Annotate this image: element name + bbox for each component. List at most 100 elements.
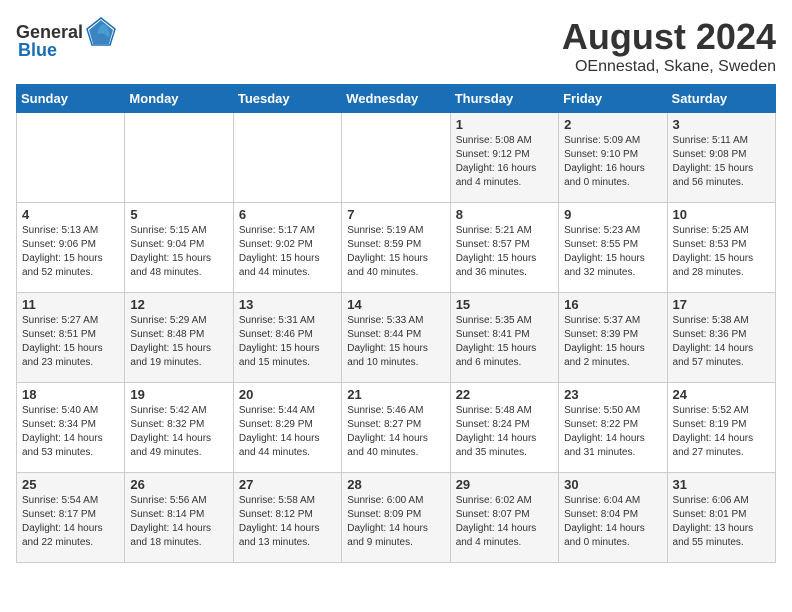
calendar-cell: 24 Sunrise: 5:52 AM Sunset: 8:19 PM Dayli… [667, 383, 775, 473]
day-number: 10 [673, 207, 770, 222]
day-number: 21 [347, 387, 444, 402]
calendar-cell: 30 Sunrise: 6:04 AM Sunset: 8:04 PM Dayli… [559, 473, 667, 563]
calendar-cell: 14 Sunrise: 5:33 AM Sunset: 8:44 PM Dayli… [342, 293, 450, 383]
day-number: 5 [130, 207, 227, 222]
logo-icon [85, 16, 117, 48]
calendar-cell: 17 Sunrise: 5:38 AM Sunset: 8:36 PM Dayli… [667, 293, 775, 383]
day-number: 9 [564, 207, 661, 222]
calendar-cell: 31 Sunrise: 6:06 AM Sunset: 8:01 PM Dayli… [667, 473, 775, 563]
day-number: 14 [347, 297, 444, 312]
day-info: Sunrise: 5:25 AM Sunset: 8:53 PM Dayligh… [673, 224, 770, 280]
day-info: Sunrise: 5:08 AM Sunset: 9:12 PM Dayligh… [456, 134, 553, 190]
day-info: Sunrise: 5:52 AM Sunset: 8:19 PM Dayligh… [673, 404, 770, 460]
day-info: Sunrise: 5:37 AM Sunset: 8:39 PM Dayligh… [564, 314, 661, 370]
day-info: Sunrise: 5:17 AM Sunset: 9:02 PM Dayligh… [239, 224, 336, 280]
weekday-header-friday: Friday [559, 85, 667, 113]
calendar-cell [233, 113, 341, 203]
calendar-cell: 6 Sunrise: 5:17 AM Sunset: 9:02 PM Daylig… [233, 203, 341, 293]
day-number: 3 [673, 117, 770, 132]
day-number: 15 [456, 297, 553, 312]
day-info: Sunrise: 5:56 AM Sunset: 8:14 PM Dayligh… [130, 494, 227, 550]
day-number: 27 [239, 477, 336, 492]
day-number: 19 [130, 387, 227, 402]
calendar-cell: 21 Sunrise: 5:46 AM Sunset: 8:27 PM Dayli… [342, 383, 450, 473]
weekday-header-sunday: Sunday [17, 85, 125, 113]
day-number: 18 [22, 387, 119, 402]
calendar-cell: 22 Sunrise: 5:48 AM Sunset: 8:24 PM Dayli… [450, 383, 558, 473]
calendar-week-4: 18 Sunrise: 5:40 AM Sunset: 8:34 PM Dayli… [17, 383, 776, 473]
day-info: Sunrise: 5:09 AM Sunset: 9:10 PM Dayligh… [564, 134, 661, 190]
day-number: 11 [22, 297, 119, 312]
day-info: Sunrise: 6:06 AM Sunset: 8:01 PM Dayligh… [673, 494, 770, 550]
calendar-week-1: 1 Sunrise: 5:08 AM Sunset: 9:12 PM Daylig… [17, 113, 776, 203]
day-number: 6 [239, 207, 336, 222]
day-number: 2 [564, 117, 661, 132]
weekday-header-tuesday: Tuesday [233, 85, 341, 113]
calendar-cell [125, 113, 233, 203]
day-info: Sunrise: 6:00 AM Sunset: 8:09 PM Dayligh… [347, 494, 444, 550]
title-block: August 2024 OEnnestad, Skane, Sweden [562, 16, 776, 76]
calendar-cell: 28Sunrise: 6:00 AM Sunset: 8:09 PM Dayli… [342, 473, 450, 563]
day-info: Sunrise: 5:29 AM Sunset: 8:48 PM Dayligh… [130, 314, 227, 370]
calendar-cell: 9Sunrise: 5:23 AM Sunset: 8:55 PM Daylig… [559, 203, 667, 293]
day-info: Sunrise: 6:02 AM Sunset: 8:07 PM Dayligh… [456, 494, 553, 550]
location: OEnnestad, Skane, Sweden [562, 58, 776, 76]
calendar-cell: 16 Sunrise: 5:37 AM Sunset: 8:39 PM Dayli… [559, 293, 667, 383]
calendar-cell: 19 Sunrise: 5:42 AM Sunset: 8:32 PM Dayli… [125, 383, 233, 473]
calendar-cell: 23Sunrise: 5:50 AM Sunset: 8:22 PM Dayli… [559, 383, 667, 473]
calendar-week-2: 4Sunrise: 5:13 AM Sunset: 9:06 PM Daylig… [17, 203, 776, 293]
day-info: Sunrise: 5:42 AM Sunset: 8:32 PM Dayligh… [130, 404, 227, 460]
day-number: 17 [673, 297, 770, 312]
day-info: Sunrise: 5:13 AM Sunset: 9:06 PM Dayligh… [22, 224, 119, 280]
day-info: Sunrise: 5:21 AM Sunset: 8:57 PM Dayligh… [456, 224, 553, 280]
page-header: General Blue August 2024 OEnnestad, Skan… [16, 16, 776, 76]
day-number: 30 [564, 477, 661, 492]
day-number: 7 [347, 207, 444, 222]
calendar-cell: 25 Sunrise: 5:54 AM Sunset: 8:17 PM Dayli… [17, 473, 125, 563]
day-info: Sunrise: 5:33 AM Sunset: 8:44 PM Dayligh… [347, 314, 444, 370]
calendar-cell: 2 Sunrise: 5:09 AM Sunset: 9:10 PM Daylig… [559, 113, 667, 203]
day-number: 12 [130, 297, 227, 312]
calendar-week-3: 11Sunrise: 5:27 AM Sunset: 8:51 PM Dayli… [17, 293, 776, 383]
weekday-header-saturday: Saturday [667, 85, 775, 113]
calendar-week-5: 25 Sunrise: 5:54 AM Sunset: 8:17 PM Dayli… [17, 473, 776, 563]
day-info: Sunrise: 5:44 AM Sunset: 8:29 PM Dayligh… [239, 404, 336, 460]
day-number: 22 [456, 387, 553, 402]
weekday-header-thursday: Thursday [450, 85, 558, 113]
day-number: 29 [456, 477, 553, 492]
day-number: 16 [564, 297, 661, 312]
day-number: 24 [673, 387, 770, 402]
day-number: 8 [456, 207, 553, 222]
calendar-cell: 1 Sunrise: 5:08 AM Sunset: 9:12 PM Daylig… [450, 113, 558, 203]
month-year: August 2024 [562, 16, 776, 58]
day-info: Sunrise: 5:40 AM Sunset: 8:34 PM Dayligh… [22, 404, 119, 460]
day-info: Sunrise: 6:04 AM Sunset: 8:04 PM Dayligh… [564, 494, 661, 550]
calendar-cell: 20Sunrise: 5:44 AM Sunset: 8:29 PM Dayli… [233, 383, 341, 473]
day-number: 13 [239, 297, 336, 312]
day-info: Sunrise: 5:31 AM Sunset: 8:46 PM Dayligh… [239, 314, 336, 370]
calendar-cell: 10 Sunrise: 5:25 AM Sunset: 8:53 PM Dayli… [667, 203, 775, 293]
day-number: 31 [673, 477, 770, 492]
day-number: 1 [456, 117, 553, 132]
day-info: Sunrise: 5:38 AM Sunset: 8:36 PM Dayligh… [673, 314, 770, 370]
logo: General Blue [16, 16, 117, 61]
calendar-cell: 7Sunrise: 5:19 AM Sunset: 8:59 PM Daylig… [342, 203, 450, 293]
weekday-header-monday: Monday [125, 85, 233, 113]
day-info: Sunrise: 5:46 AM Sunset: 8:27 PM Dayligh… [347, 404, 444, 460]
calendar-cell: 8 Sunrise: 5:21 AM Sunset: 8:57 PM Daylig… [450, 203, 558, 293]
calendar-cell: 15 Sunrise: 5:35 AM Sunset: 8:41 PM Dayli… [450, 293, 558, 383]
calendar-cell [342, 113, 450, 203]
day-info: Sunrise: 5:11 AM Sunset: 9:08 PM Dayligh… [673, 134, 770, 190]
day-info: Sunrise: 5:54 AM Sunset: 8:17 PM Dayligh… [22, 494, 119, 550]
calendar-cell: 3 Sunrise: 5:11 AM Sunset: 9:08 PM Daylig… [667, 113, 775, 203]
calendar-cell: 12 Sunrise: 5:29 AM Sunset: 8:48 PM Dayli… [125, 293, 233, 383]
calendar-cell: 29 Sunrise: 6:02 AM Sunset: 8:07 PM Dayli… [450, 473, 558, 563]
day-info: Sunrise: 5:15 AM Sunset: 9:04 PM Dayligh… [130, 224, 227, 280]
day-info: Sunrise: 5:35 AM Sunset: 8:41 PM Dayligh… [456, 314, 553, 370]
day-number: 25 [22, 477, 119, 492]
day-info: Sunrise: 5:48 AM Sunset: 8:24 PM Dayligh… [456, 404, 553, 460]
calendar-cell: 11Sunrise: 5:27 AM Sunset: 8:51 PM Dayli… [17, 293, 125, 383]
day-number: 23 [564, 387, 661, 402]
calendar-cell [17, 113, 125, 203]
weekday-header-wednesday: Wednesday [342, 85, 450, 113]
